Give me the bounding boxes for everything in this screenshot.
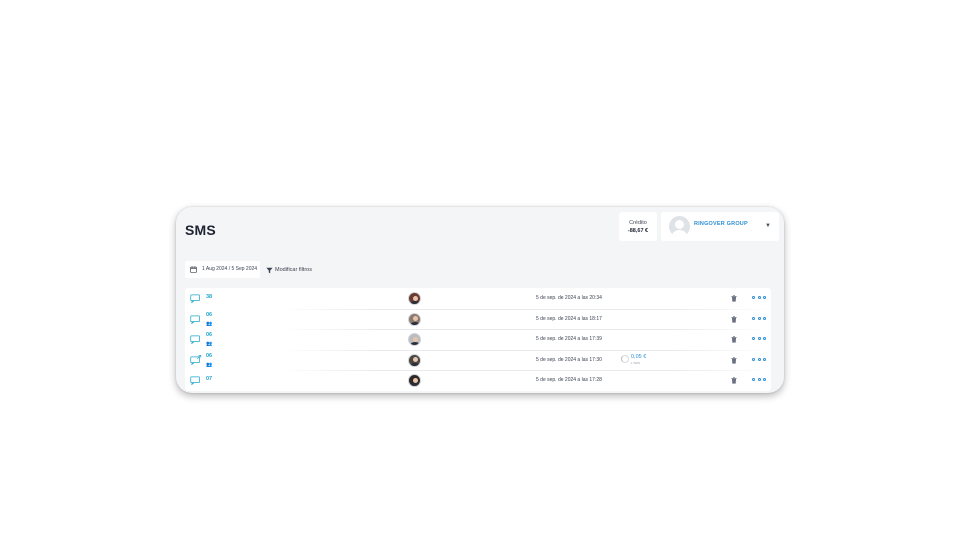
more-options-icon[interactable] [752,357,766,362]
sms-direction-icon [190,315,200,324]
sms-datetime: 5 de sep. de 2024 a las 17:30 [536,356,602,363]
agent-avatar [408,374,421,388]
date-range-picker[interactable]: 1 Aug 2024 / 5 Sep 2024 [185,261,260,278]
row-divider [279,349,771,351]
row-divider [279,308,771,310]
sms-datetime: 5 de sep. de 2024 a las 17:39 [536,336,602,343]
cost-value: 0,05 € [631,353,647,360]
agent-avatar [408,353,421,367]
more-options-icon[interactable] [752,296,766,300]
sms-row[interactable]: 38 5 de sep. de 2024 a las 20:34 [185,288,771,309]
chevron-down-icon[interactable]: ▼ [765,223,771,229]
row-divider [279,329,771,331]
credit-card: Crédito -88,67 € [619,212,657,241]
sms-direction-icon [190,335,200,345]
credit-value: -88,67 € [627,228,649,234]
trash-icon[interactable] [731,357,737,364]
more-options-icon[interactable] [752,337,766,341]
date-range-text: 1 Aug 2024 / 5 Sep 2024 [202,266,258,272]
account-name: RINGOVER GROUP [694,221,748,227]
trash-icon[interactable] [731,336,737,343]
page-title: SMS [185,222,216,238]
contact-number[interactable]: 06 [206,353,212,359]
sms-datetime: 5 de sep. de 2024 a las 20:34 [536,295,602,301]
default-user-avatar-icon [669,216,690,237]
funnel-icon [266,267,273,273]
sms-row[interactable]: 06 👥 5 de sep. de 2024 a las 17:30 0,05 … [185,349,771,371]
modify-filters-label: Modificar filtros [275,267,312,273]
sms-direction-icon [190,294,200,303]
more-options-icon[interactable] [752,316,766,321]
sms-list: 38 5 de sep. de 2024 a las 20:34 06 👥 5 … [185,288,771,391]
cost-ring-icon [621,354,629,363]
cost-sub: 1 SMS [631,360,641,365]
more-options-icon[interactable] [752,378,766,382]
people-icon: 👥 [206,320,213,327]
sms-datetime: 5 de sep. de 2024 a las 17:28 [536,377,602,384]
contact-number[interactable]: 38 [206,294,212,300]
sms-row[interactable]: 07 5 de sep. de 2024 a las 17:28 [185,370,771,391]
trash-icon[interactable] [731,315,737,323]
people-icon: 👥 [206,341,213,348]
people-icon: 👥 [206,361,213,368]
agent-avatar [408,292,421,305]
contact-number[interactable]: 07 [206,376,212,382]
sms-row[interactable]: 06 👥 5 de sep. de 2024 a las 18:17 [185,308,771,330]
sms-datetime: 5 de sep. de 2024 a las 18:17 [536,315,602,322]
sms-row[interactable]: 06 👥 5 de sep. de 2024 a las 17:39 [185,329,771,350]
contact-number[interactable]: 06 [206,312,212,318]
calendar-icon [190,266,197,273]
contact-number[interactable]: 06 [206,332,212,338]
agent-avatar [408,312,421,326]
credit-label: Crédito [629,220,647,226]
agent-avatar [408,333,421,347]
sms-panel: SMS Crédito -88,67 € RINGOVER GROUP ▼ 1 … [176,207,784,393]
account-selector[interactable]: RINGOVER GROUP ▼ [661,212,779,241]
row-divider [279,370,771,372]
trash-icon[interactable] [731,377,737,384]
modify-filters-button[interactable]: Modificar filtros [266,265,312,275]
sms-direction-icon [190,354,202,365]
sms-direction-icon [190,376,200,386]
trash-icon[interactable] [731,295,737,302]
